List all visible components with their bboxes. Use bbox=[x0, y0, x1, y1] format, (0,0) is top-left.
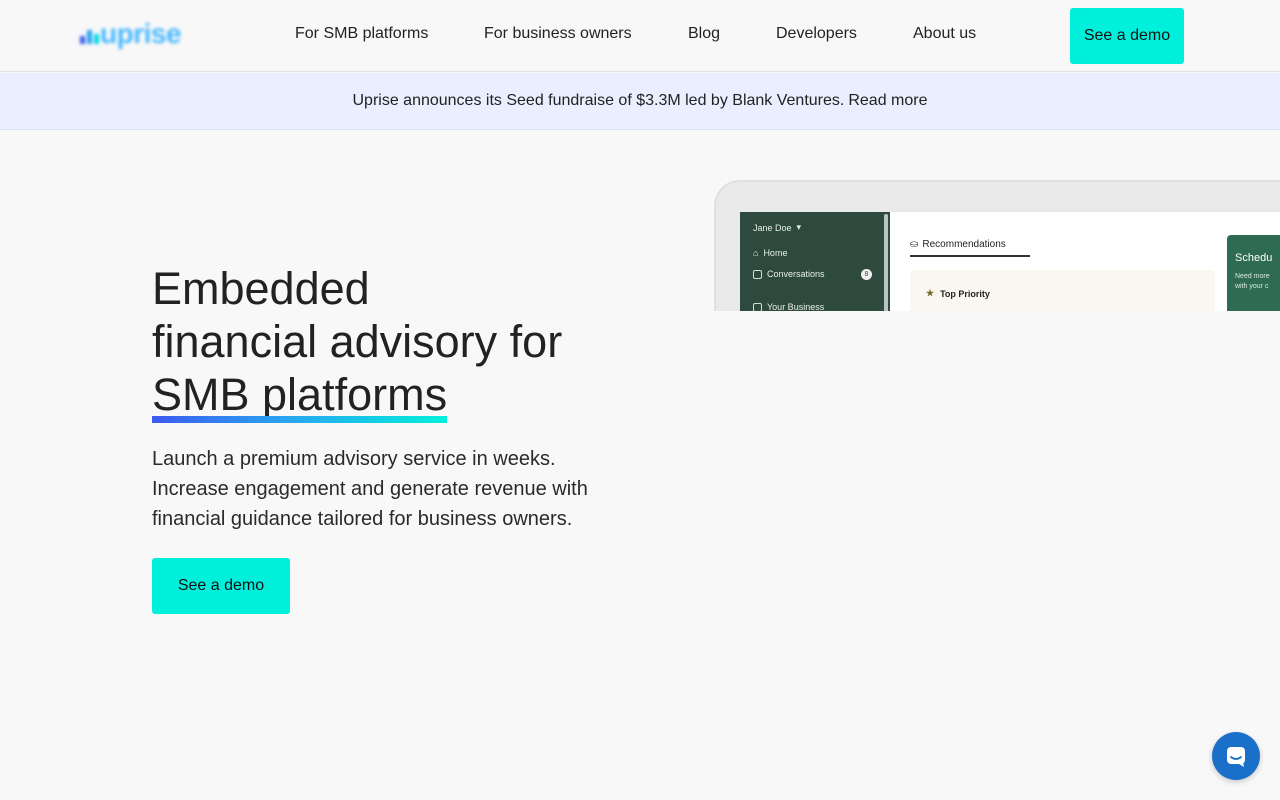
mockup-sidebar-scrollbar bbox=[884, 214, 888, 311]
mockup-tab-underline bbox=[910, 255, 1030, 257]
hero-subtitle: Launch a premium advisory service in wee… bbox=[152, 448, 588, 530]
mockup-tab-recommendations: ⛀ Recommendations bbox=[910, 239, 1006, 250]
top-navigation: uprise For SMB platforms For business ow… bbox=[0, 0, 1280, 72]
nav-link-smb-platforms[interactable]: For SMB platforms bbox=[295, 25, 428, 43]
logo-mark-icon bbox=[80, 30, 99, 44]
mockup-tab-label: Recommendations bbox=[922, 239, 1006, 250]
mockup-card-label: Top Priority bbox=[940, 288, 990, 299]
mockup-sidebar-item-home: ⌂ Home bbox=[753, 248, 787, 258]
mockup-sidebar-item-conversations: Conversations bbox=[753, 269, 825, 279]
product-mockup: Jane Doe ▾ ⌂ Home Conversations Your Bus… bbox=[714, 180, 1280, 311]
mockup-sidebar-item-your-business: Your Business bbox=[753, 302, 824, 311]
banner-read-more-link[interactable]: Read more bbox=[848, 92, 927, 110]
logo-wordmark: uprise bbox=[100, 18, 182, 49]
mockup-sidebar-label: Your Business bbox=[767, 302, 825, 311]
mockup-sidebar-label: Conversations bbox=[767, 269, 825, 279]
mockup-schedule-card: Schedu Need more with your c bbox=[1227, 235, 1280, 311]
nav-link-blog[interactable]: Blog bbox=[688, 25, 720, 43]
announcement-banner: Uprise announces its Seed fundraise of $… bbox=[0, 73, 1280, 130]
banner-text: Uprise announces its Seed fundraise of $… bbox=[352, 92, 845, 109]
hero-title-line2: financial advisory for bbox=[152, 316, 563, 367]
mockup-schedule-title: Schedu bbox=[1235, 252, 1273, 264]
mockup-user-menu: Jane Doe ▾ bbox=[753, 222, 801, 233]
nav-link-about-us[interactable]: About us bbox=[913, 25, 976, 43]
hero-title-line1: Embedded bbox=[152, 263, 370, 314]
home-icon: ⌂ bbox=[753, 248, 759, 258]
mockup-user-name: Jane Doe bbox=[753, 222, 792, 233]
hero-title-highlight: SMB platforms bbox=[152, 369, 448, 423]
mockup-priority-card-title: ★ Top Priority bbox=[926, 288, 990, 299]
uprise-logo[interactable]: uprise bbox=[80, 18, 202, 50]
hero-title: Embedded financial advisory for SMB plat… bbox=[152, 262, 563, 423]
mockup-sidebar-label: Home bbox=[763, 248, 788, 258]
mockup-conversations-badge: 8 bbox=[861, 269, 872, 280]
briefcase-icon bbox=[753, 302, 762, 311]
chat-icon bbox=[1227, 747, 1245, 767]
nav-link-developers[interactable]: Developers bbox=[776, 25, 857, 43]
chat-launcher-button[interactable] bbox=[1212, 732, 1260, 780]
caret-down-icon: ▾ bbox=[796, 222, 802, 232]
star-icon: ★ bbox=[926, 288, 935, 298]
recommendations-icon: ⛀ bbox=[910, 239, 919, 250]
mockup-schedule-text: Need more with your c bbox=[1235, 273, 1270, 290]
mockup-main-panel: ⛀ Recommendations ★ Top Priority Schedu … bbox=[890, 212, 1280, 311]
mail-icon bbox=[753, 269, 762, 279]
nav-see-demo-button[interactable]: See a demo bbox=[1070, 8, 1184, 64]
mockup-sidebar: Jane Doe ▾ ⌂ Home Conversations Your Bus… bbox=[740, 212, 890, 311]
hero-see-demo-button[interactable]: See a demo bbox=[152, 558, 290, 614]
nav-link-business-owners[interactable]: For business owners bbox=[484, 25, 632, 43]
